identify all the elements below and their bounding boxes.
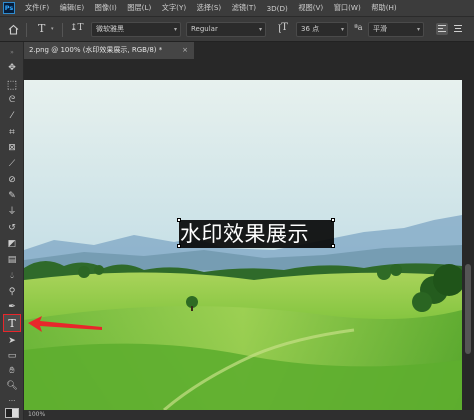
chevron-down-icon: ▾ [416,26,420,33]
transform-handle[interactable] [177,244,181,248]
anti-alias-icon: ªa [354,23,363,32]
brush-tool-icon[interactable]: ✎ [5,190,19,203]
anti-alias-select[interactable]: 平滑 ▾ [368,22,424,37]
pen-tool-icon[interactable]: ✒︎ [5,301,19,314]
status-bar: 100% [24,410,474,420]
hand-tool-icon[interactable]: ✋︎ [5,365,19,378]
menu-file[interactable]: 文件(F) [25,3,49,13]
font-family-select[interactable]: 微软雅黑 ▾ [91,22,181,37]
font-family-value: 微软雅黑 [96,25,124,33]
type-tool-icon[interactable]: T [3,314,21,332]
tools-panel: » ✥ ⬚ ᘓ ⁄ ⌗ ⊠ ⟋ ⊘ ✎ ⏚ ↺ ◩ ▤ 💧︎ ⚲ ✒︎ T ➤ … [0,42,24,420]
color-swatches[interactable] [5,408,19,418]
panel-collapse-icon[interactable]: » [5,46,19,59]
marquee-tool-icon[interactable]: ⬚ [5,78,19,91]
rectangle-tool-icon[interactable]: ▭ [5,350,19,363]
canvas-background [24,59,474,80]
menu-select[interactable]: 选择(S) [197,3,222,13]
align-center-icon[interactable] [452,23,464,35]
zoom-tool-icon[interactable]: 🔍︎ [5,380,19,393]
chevron-down-icon: ▾ [258,26,262,33]
lasso-tool-icon[interactable]: ᘓ [5,94,19,107]
separator [26,23,27,37]
menu-3d[interactable]: 3D(D) [267,4,288,13]
menu-help[interactable]: 帮助(H) [371,3,396,13]
frame-tool-icon[interactable]: ⊠ [5,142,19,155]
font-style-select[interactable]: Regular ▾ [186,22,266,37]
crop-tool-icon[interactable]: ⌗ [5,126,19,139]
zoom-level[interactable]: 100% [28,411,45,418]
history-brush-tool-icon[interactable]: ↺ [5,222,19,235]
options-bar: T ▾ ↨T 微软雅黑 ▾ Regular ▾ ꞁT 36 点 ▾ ªa 平滑 ▾ [0,16,474,42]
font-size-icon: ꞁT [278,22,288,33]
menu-view[interactable]: 视图(V) [298,3,323,13]
separator [62,23,63,37]
menu-window[interactable]: 窗口(W) [334,3,361,13]
font-size-select[interactable]: 36 点 ▾ [296,22,348,37]
menu-layer[interactable]: 图层(L) [127,3,151,13]
document-canvas[interactable]: 水印效果展示 [24,80,462,410]
vertical-scrollbar[interactable] [462,59,474,410]
transform-handle[interactable] [177,218,181,222]
document-tab[interactable]: 2.png @ 100% (水印效果展示, RGB/8) * × [24,42,194,59]
scrollbar-thumb[interactable] [465,264,471,354]
menu-image[interactable]: 图像(I) [95,3,117,13]
chevron-down-icon: ▾ [340,26,344,33]
close-icon[interactable]: × [182,42,188,59]
home-icon[interactable] [8,24,19,35]
transform-handle[interactable] [331,218,335,222]
menu-bar: Ps 文件(F) 编辑(E) 图像(I) 图层(L) 文字(Y) 选择(S) 滤… [0,0,474,16]
path-selection-tool-icon[interactable]: ➤ [5,335,19,348]
menu-edit[interactable]: 编辑(E) [60,3,85,13]
annotation-arrow-icon [28,316,102,332]
document-tab-title: 2.png @ 100% (水印效果展示, RGB/8) * [29,46,163,54]
eraser-tool-icon[interactable]: ◩ [5,238,19,251]
transform-handle[interactable] [331,244,335,248]
magic-wand-tool-icon[interactable]: ⁄ [5,110,19,123]
align-left-icon[interactable] [436,23,448,35]
clone-stamp-tool-icon[interactable]: ⏚ [5,206,19,219]
healing-brush-tool-icon[interactable]: ⊘ [5,174,19,187]
watermark-text[interactable]: 水印效果展示 [180,219,335,249]
blur-tool-icon[interactable]: 💧︎ [5,270,19,283]
font-size-value: 36 点 [301,25,320,33]
move-tool-icon[interactable]: ✥ [5,62,19,75]
chevron-down-icon: ▾ [173,26,177,33]
menu-filter[interactable]: 滤镜(T) [232,3,256,13]
photoshop-logo-icon: Ps [3,2,15,14]
menu-type[interactable]: 文字(Y) [162,3,186,13]
gradient-tool-icon[interactable]: ▤ [5,254,19,267]
eyedropper-tool-icon[interactable]: ⟋ [5,158,19,171]
text-tool-preset-icon[interactable]: T [38,22,45,35]
document-tab-bar: 2.png @ 100% (水印效果展示, RGB/8) * × [24,42,474,59]
more-tools-icon[interactable]: ··· [5,395,19,408]
dodge-tool-icon[interactable]: ⚲ [5,286,19,299]
chevron-down-icon[interactable]: ▾ [51,26,54,32]
text-orientation-icon[interactable]: ↨T [70,23,84,33]
font-style-value: Regular [191,25,218,33]
anti-alias-value: 平滑 [373,25,387,33]
